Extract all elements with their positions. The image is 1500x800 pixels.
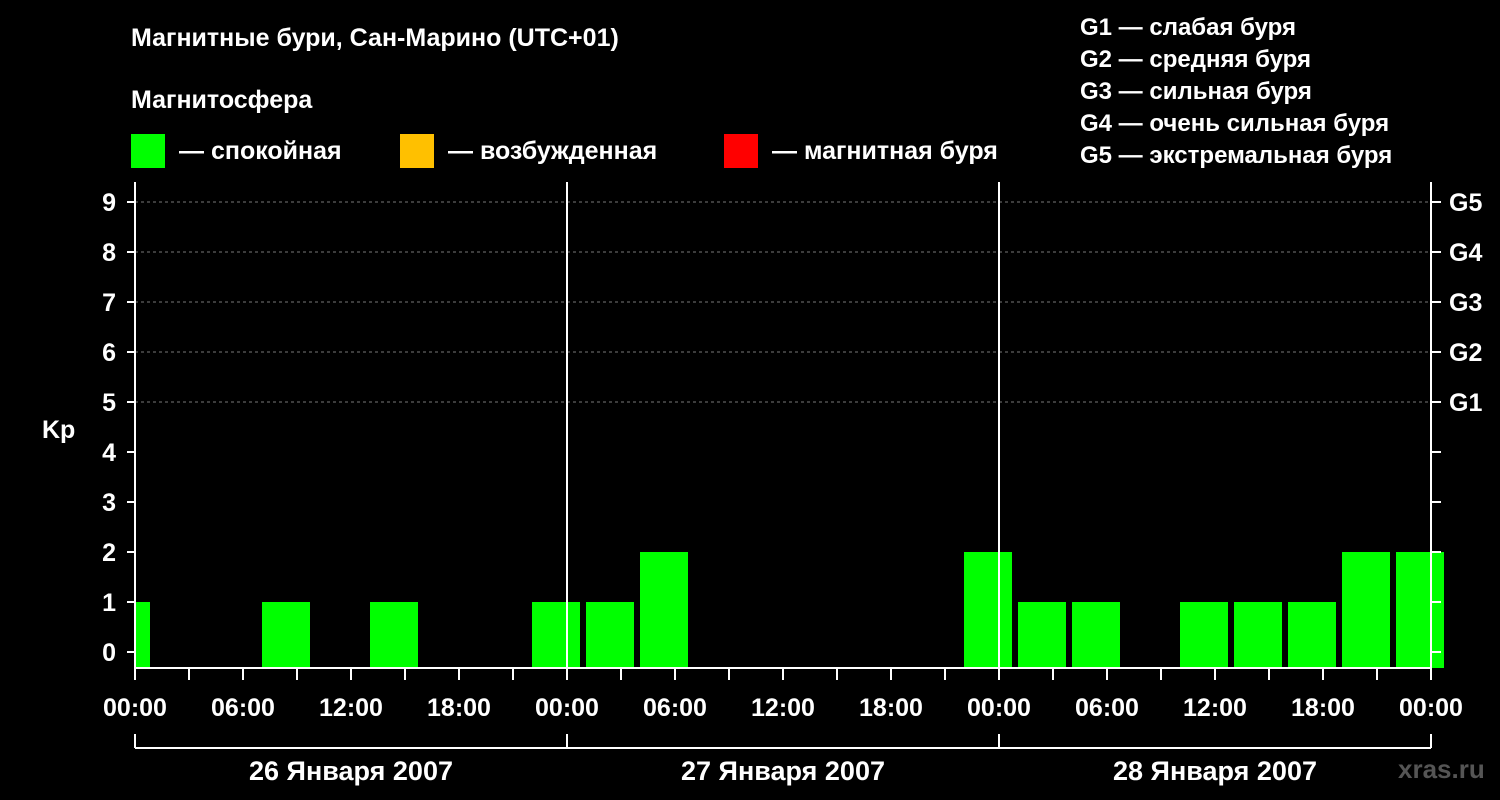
y-tick-label: 2 (102, 539, 116, 567)
y-tick-label: 9 (102, 189, 116, 217)
storm-level-label: G2 (1449, 339, 1482, 367)
x-tick-label: 12:00 (1183, 694, 1247, 722)
y-tick-label: 4 (102, 439, 116, 467)
y-tick-label: 5 (102, 389, 116, 417)
kp-bar (1342, 552, 1390, 668)
y-axis-label: Kp (42, 416, 75, 444)
y-tick-label: 1 (102, 589, 116, 617)
storm-level-label: G4 (1449, 239, 1482, 267)
kp-bar (640, 552, 688, 668)
x-tick-label: 18:00 (1291, 694, 1355, 722)
day-label: 26 Января 2007 (249, 756, 453, 786)
y-tick-label: 6 (102, 339, 116, 367)
kp-chart: 0 1 2 3 4 5 6 7 8 9 G1 G2 G3 G4 G5 Kp 00:00 06:00 12:00 18:… (42, 182, 1482, 786)
watermark: xras.ru (1398, 754, 1485, 784)
x-tick-label: 12:00 (751, 694, 815, 722)
x-tick-label: 18:00 (427, 694, 491, 722)
x-tick-label: 00:00 (535, 694, 599, 722)
kp-bar (136, 602, 150, 668)
gridlines (135, 201, 1431, 403)
y-tick-label: 0 (102, 639, 116, 667)
kp-bar (964, 552, 1012, 668)
x-tick-label: 12:00 (319, 694, 383, 722)
y-tick-label: 7 (102, 289, 116, 317)
storm-level-label: G3 (1449, 289, 1482, 317)
kp-bar (1288, 602, 1336, 668)
kp-bar (1234, 602, 1282, 668)
x-tick-label: 06:00 (211, 694, 275, 722)
y-tick-label: 8 (102, 239, 116, 267)
day-label: 27 Января 2007 (681, 756, 885, 786)
storm-level-label: G1 (1449, 389, 1482, 417)
x-tick-label: 00:00 (967, 694, 1031, 722)
kp-bars (136, 552, 1444, 668)
y-tick-label: 3 (102, 489, 116, 517)
kp-bar (532, 602, 580, 668)
x-tick-label: 00:00 (103, 694, 167, 722)
x-tick-label: 18:00 (859, 694, 923, 722)
kp-bar (1072, 602, 1120, 668)
kp-bar (1018, 602, 1066, 668)
kp-bar (1180, 602, 1228, 668)
kp-bar (1396, 552, 1444, 668)
kp-bar (586, 602, 634, 668)
kp-bar (262, 602, 310, 668)
storm-level-label: G5 (1449, 189, 1482, 217)
axis-labels: 0 1 2 3 4 5 6 7 8 9 G1 G2 G3 G4 G5 Kp 00:00 06:00 12:00 18:… (42, 189, 1482, 786)
kp-bar (370, 602, 418, 668)
day-label: 28 Января 2007 (1113, 756, 1317, 786)
x-tick-label: 06:00 (643, 694, 707, 722)
x-tick-label: 06:00 (1075, 694, 1139, 722)
x-tick-label: 00:00 (1399, 694, 1463, 722)
